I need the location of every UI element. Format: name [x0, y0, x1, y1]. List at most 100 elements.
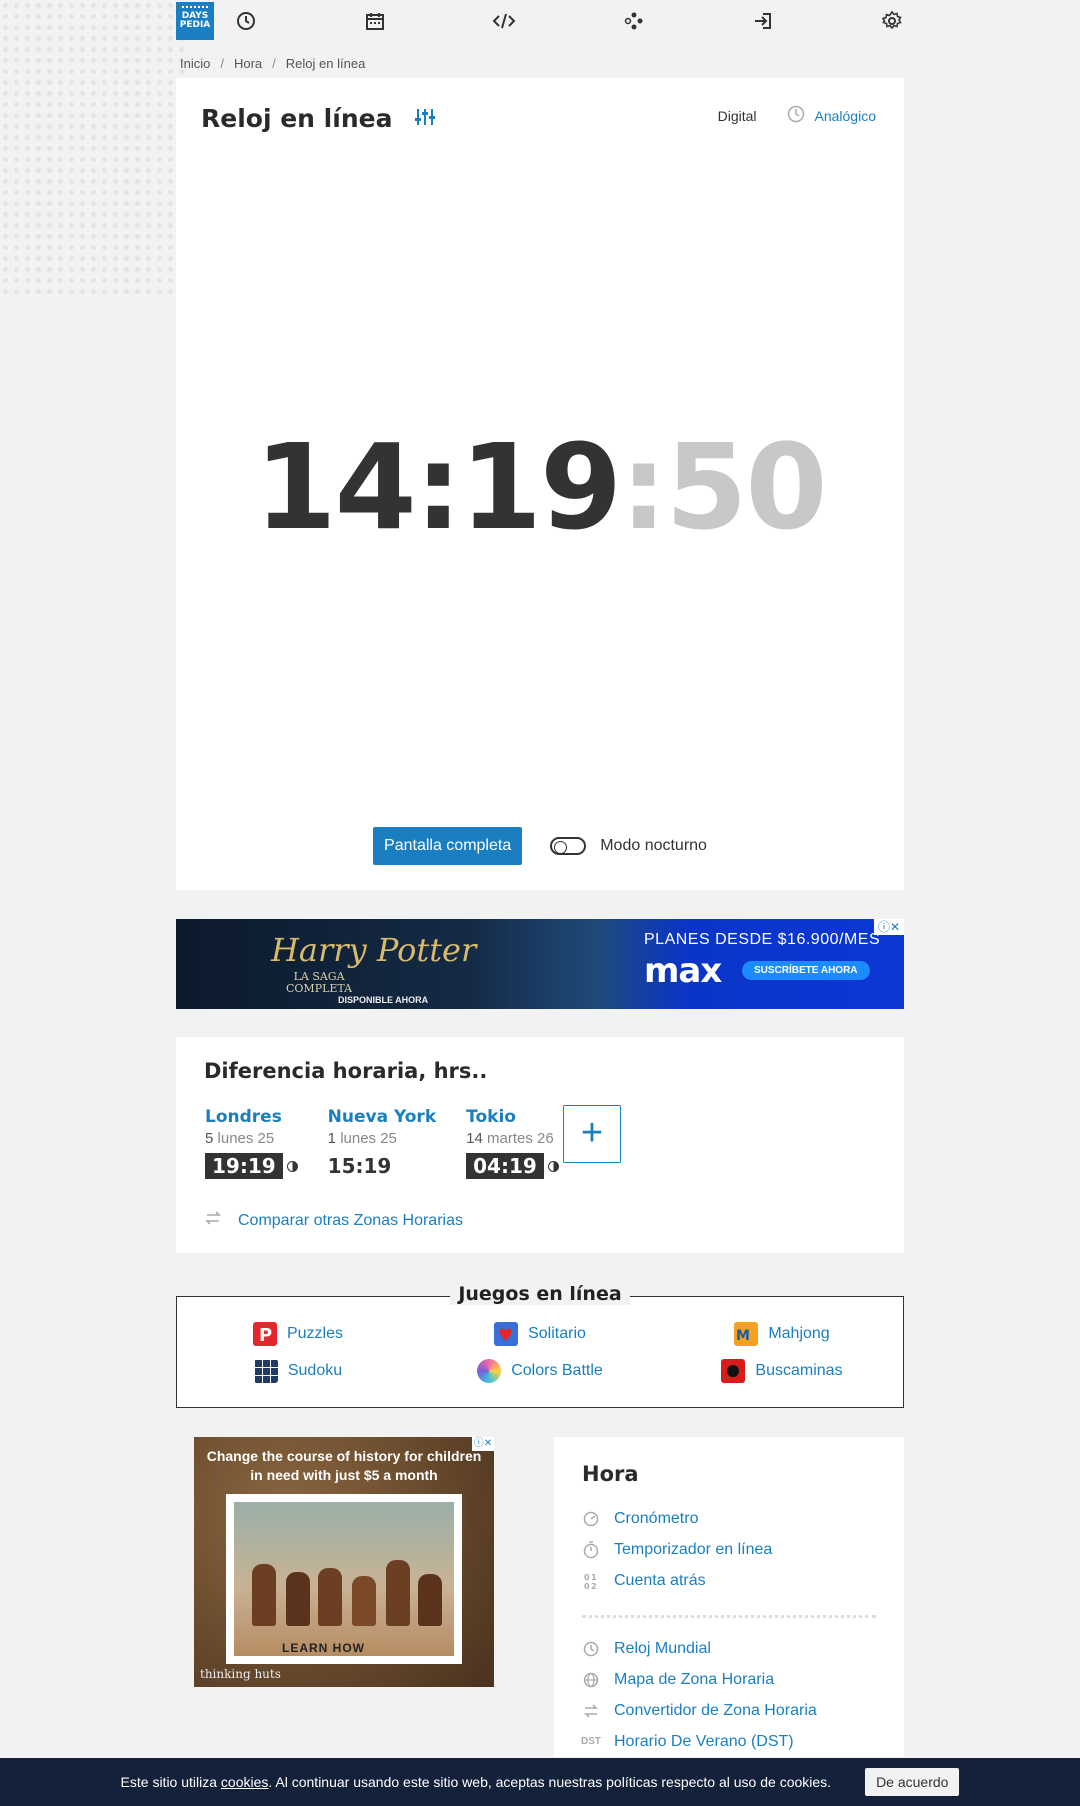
site-logo[interactable]: DAYS PEDIA: [176, 2, 214, 40]
city-name[interactable]: Nueva York: [328, 1107, 436, 1127]
background-dots: [0, 0, 190, 300]
clock-hours: 14: [254, 418, 416, 556]
compare-timezones-link[interactable]: Comparar otras Zonas Horarias: [204, 1209, 463, 1232]
swap-icon: [582, 1702, 600, 1720]
charity-ad[interactable]: Change the course of history for childre…: [194, 1437, 494, 1687]
svg-text:1: 1: [591, 1573, 597, 1582]
city-date: 1 lunes 25: [327, 1130, 397, 1147]
sidebar-item-mapa-zona-horaria[interactable]: Mapa de Zona Horaria: [582, 1664, 817, 1695]
add-city-button[interactable]: +: [563, 1105, 621, 1163]
accept-cookies-button[interactable]: De acuerdo: [865, 1768, 960, 1796]
ad-brand: thinking huts: [200, 1667, 281, 1681]
game-puzzles[interactable]: P Puzzles: [177, 1322, 419, 1346]
clock-card: Reloj en línea Digital Analógico 14:19:5…: [176, 78, 904, 890]
sidebar-item-cuenta-atras[interactable]: 0 1 0 2 Cuenta atrás: [582, 1565, 772, 1596]
timer-icon: [582, 1540, 600, 1559]
minesweeper-icon: [721, 1359, 746, 1383]
swap-icon: [204, 1209, 222, 1232]
sidebar-item-dst[interactable]: DST Horario De Verano (DST): [581, 1726, 817, 1757]
puzzles-icon: P: [252, 1322, 277, 1346]
cookies-link[interactable]: cookies: [221, 1774, 268, 1790]
toggle-switch[interactable]: [550, 837, 587, 855]
svg-text:2: 2: [591, 1582, 597, 1590]
colors-battle-icon: [477, 1359, 502, 1383]
breadcrumb-current: Reloj en línea: [285, 56, 366, 71]
ad-close-icon[interactable]: ⓘ✕: [472, 1437, 494, 1451]
mode-analog[interactable]: Analógico: [815, 108, 877, 124]
breadcrumb-separator: /: [272, 56, 276, 71]
ad-close-icon[interactable]: ⓘ✕: [874, 919, 904, 935]
online-games-box: Juegos en línea P Puzzles ♥ Solitario M …: [176, 1283, 904, 1408]
globe-icon: [582, 1671, 600, 1689]
svg-text:M: M: [736, 1328, 750, 1344]
fullscreen-button[interactable]: Pantalla completa: [373, 827, 523, 865]
city-date: 14 martes 26: [466, 1130, 554, 1147]
ad-cta[interactable]: LEARN HOW: [282, 1641, 365, 1655]
login-icon[interactable]: [751, 9, 775, 33]
city-time: 19:19: [205, 1153, 283, 1179]
gamepad-icon[interactable]: [622, 9, 646, 33]
sidebar-hora: Hora Cronómetro Temporizador en línea 01…: [554, 1437, 904, 1757]
city-date: 5 lunes 25: [205, 1130, 275, 1147]
city-time: 15:19: [327, 1154, 392, 1178]
svg-text:♥: ♥: [498, 1326, 513, 1346]
code-icon[interactable]: [492, 9, 516, 33]
gear-icon[interactable]: [880, 9, 904, 33]
ad-cta-button[interactable]: SUSCRÍBETE AHORA: [742, 961, 870, 980]
breadcrumb-hora[interactable]: Hora: [234, 56, 262, 71]
ad-plans: PLANES DESDE $16.900/MES: [644, 931, 881, 948]
ad-title: Harry Potter: [271, 931, 477, 969]
clock-minutes: 19: [459, 418, 622, 556]
night-mode-label: Modo nocturno: [600, 837, 707, 854]
night-icon: [547, 1160, 559, 1172]
night-icon: [286, 1160, 298, 1172]
sidebar-item-convertidor[interactable]: Convertidor de Zona Horaria: [582, 1695, 817, 1726]
sudoku-grid-icon: [253, 1359, 278, 1383]
game-buscaminas[interactable]: Buscaminas: [661, 1359, 903, 1383]
breadcrumb-home[interactable]: Inicio: [180, 56, 210, 71]
ad-brand: max: [644, 951, 722, 991]
calendar-icon[interactable]: [363, 9, 387, 33]
breadcrumb: Inicio / Hora / Reloj en línea: [176, 56, 904, 71]
svg-text:P: P: [259, 1325, 272, 1346]
compare-label[interactable]: Comparar otras Zonas Horarias: [238, 1212, 463, 1230]
page-title: Reloj en línea: [201, 104, 393, 133]
countdown-icon: 0102: [582, 1572, 600, 1590]
stopwatch-icon: [582, 1510, 600, 1528]
game-mahjong[interactable]: M Mahjong: [661, 1322, 903, 1346]
svg-text:0: 0: [584, 1582, 590, 1590]
city-time: 04:19: [466, 1153, 544, 1179]
clock-mode-switch: Digital Analógico: [718, 105, 876, 126]
clock-colon: :: [620, 418, 667, 556]
city-name[interactable]: Londres: [205, 1107, 298, 1127]
clock-colon: :: [414, 418, 462, 556]
sidebar-item-reloj-mundial[interactable]: Reloj Mundial: [582, 1633, 817, 1664]
sidebar-item-temporizador[interactable]: Temporizador en línea: [582, 1534, 772, 1565]
ad-subtitle: LA SAGA COMPLETA: [286, 970, 353, 995]
settings-sliders-icon[interactable]: [414, 104, 436, 133]
game-colors-battle[interactable]: Colors Battle: [419, 1359, 661, 1383]
svg-text:0: 0: [584, 1573, 590, 1582]
clock-seconds: 50: [665, 418, 827, 556]
city-tokio[interactable]: Tokio 14 martes 26 04:19: [466, 1107, 559, 1179]
banner-ad[interactable]: Harry Potter LA SAGA COMPLETA DISPONIBLE…: [176, 919, 904, 1009]
sidebar-divider: [582, 1615, 876, 1618]
top-nav: DAYS PEDIA: [176, 0, 904, 42]
city-nueva-york[interactable]: Nueva York 1 lunes 25 15:19: [328, 1107, 436, 1179]
clock-icon: [582, 1640, 600, 1658]
game-sudoku[interactable]: Sudoku: [177, 1359, 419, 1383]
digital-clock: 14:19:50: [176, 418, 904, 556]
ad-photo: [226, 1494, 462, 1664]
logo-text-bottom: PEDIA: [179, 20, 211, 30]
ad-available: DISPONIBLE AHORA: [338, 995, 429, 1005]
dst-icon: DST: [581, 1736, 601, 1747]
ad-headline: Change the course of history for childre…: [206, 1448, 482, 1483]
mode-digital[interactable]: Digital: [718, 108, 757, 124]
cookie-text: Este sitio utiliza cookies. Al continuar…: [120, 1774, 832, 1790]
sidebar-item-cronometro[interactable]: Cronómetro: [582, 1503, 772, 1534]
night-mode-toggle[interactable]: Modo nocturno: [550, 837, 707, 855]
game-solitario[interactable]: ♥ Solitario: [419, 1322, 661, 1346]
city-londres[interactable]: Londres 5 lunes 25 19:19: [205, 1107, 298, 1179]
clock-icon[interactable]: [234, 9, 258, 33]
city-name[interactable]: Tokio: [466, 1107, 559, 1127]
